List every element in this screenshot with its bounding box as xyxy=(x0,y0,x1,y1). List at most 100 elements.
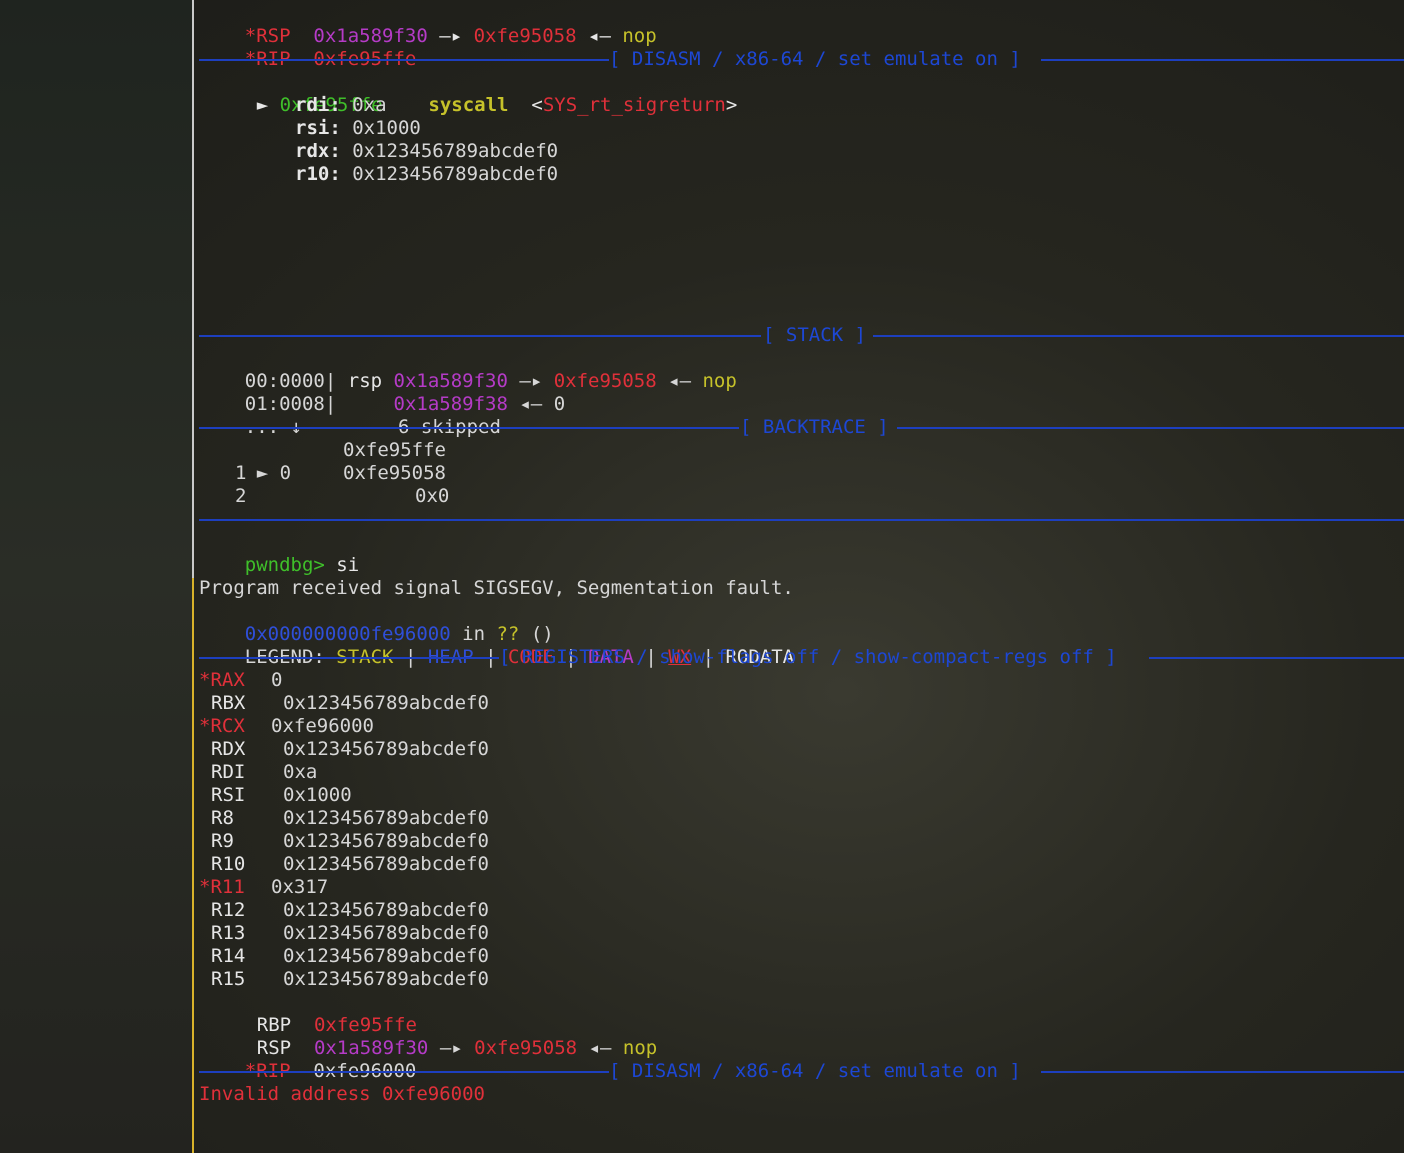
register-line-rip: *RIP 0xfe96000 xyxy=(199,1037,417,1082)
register-value: 0x123456789abcdef0 xyxy=(283,830,489,852)
register-name: R12 xyxy=(211,899,246,921)
register-name: R8 xyxy=(211,807,234,829)
register-name: RBX xyxy=(211,692,246,714)
current-marker-icon: ► xyxy=(256,94,269,116)
register-value: 0x123456789abcdef0 xyxy=(283,922,489,944)
register-line: R14 0x123456789abcdef0 xyxy=(199,945,489,968)
deref-value: nop xyxy=(702,370,737,392)
stack-row: 00:0000| rsp 0x1a589f30 —▸ 0xfe95058 ◂— … xyxy=(199,347,737,392)
register-line: R12 0x123456789abcdef0 xyxy=(199,899,489,922)
pointer-target: 0xfe95058 xyxy=(473,25,577,47)
register-name: R14 xyxy=(211,945,246,967)
register-line: RBX 0x123456789abcdef0 xyxy=(199,692,489,715)
deref-value: nop xyxy=(622,25,657,47)
arg-value: 0xa xyxy=(352,94,387,116)
stack-row: 01:0008| 0x1a589f38 ◂— 0 xyxy=(199,370,565,415)
pointer-arrow: —▸ xyxy=(439,25,463,47)
register-line-rbp: RBP 0xfe95ffe xyxy=(199,991,417,1036)
disasm-separator: [ DISASM / x86-64 / set emulate on ] xyxy=(199,48,1404,71)
arg-name: rdx: xyxy=(295,140,341,162)
pane-divider[interactable] xyxy=(192,0,194,1153)
separator-rule xyxy=(199,1071,609,1073)
invalid-address-message: Invalid address 0xfe96000 xyxy=(199,1083,485,1105)
register-line-rsp: RSP 0x1a589f30 —▸ 0xfe95058 ◂— nop xyxy=(199,1014,657,1059)
section-title: [ REGISTERS / show-flags off / show-comp… xyxy=(499,646,1117,668)
register-line: *RAX 0 xyxy=(199,669,282,692)
deref-arrow: ◂— xyxy=(588,25,611,47)
register-value: 0 xyxy=(271,669,283,691)
register-value: 0x123456789abcdef0 xyxy=(283,968,489,990)
register-line: *RCX 0xfe96000 xyxy=(199,715,374,738)
left-terminal-pane xyxy=(0,0,192,1153)
register-name: *RCX xyxy=(199,715,245,737)
register-value: 0x123456789abcdef0 xyxy=(283,738,489,760)
separator-rule xyxy=(199,427,739,429)
arg-value: 0x123456789abcdef0 xyxy=(352,140,559,162)
register-value: 0x317 xyxy=(271,876,329,898)
register-line: RDI 0xa xyxy=(199,761,317,784)
register-name: RSI xyxy=(211,784,246,806)
register-name: R15 xyxy=(211,968,246,990)
disasm-separator: [ DISASM / x86-64 / set emulate on ] xyxy=(199,1060,1404,1083)
register-line: R8 0x123456789abcdef0 xyxy=(199,807,489,830)
target-bracket: > xyxy=(725,94,738,116)
register-line: R13 0x123456789abcdef0 xyxy=(199,922,489,945)
register-value: 0x123456789abcdef0 xyxy=(283,807,489,829)
deref-arrow: ◂— xyxy=(668,370,692,392)
frame-index: 1 xyxy=(235,462,247,484)
backtrace-frame: ► 0 xyxy=(199,439,291,484)
register-line: R15 0x123456789abcdef0 xyxy=(199,968,489,991)
command-input[interactable]: si xyxy=(336,554,359,576)
separator-rule xyxy=(199,519,1404,521)
separator-rule xyxy=(1149,657,1404,659)
register-value: 0x123456789abcdef0 xyxy=(283,945,489,967)
register-name: RDX xyxy=(211,738,246,760)
register-line: RDX 0x123456789abcdef0 xyxy=(199,738,489,761)
deref-arrow: ◂— xyxy=(588,1037,612,1059)
register-line: *R11 0x317 xyxy=(199,876,328,899)
pointer-target: 0xfe95058 xyxy=(553,370,657,392)
separator-rule xyxy=(199,657,499,659)
terminal-pane[interactable]: *RSP 0x1a589f30 —▸ 0xfe95058 ◂— nop *RIP… xyxy=(199,0,1404,1153)
backtrace-separator: [ BACKTRACE ] xyxy=(199,416,1404,439)
deref-value: nop xyxy=(622,1037,658,1059)
stack-row: ... ↓ 6 skipped xyxy=(199,393,501,438)
disasm-current-instruction: ► 0xfe95ffe syscall <SYS_rt_sigreturn> xyxy=(199,71,738,116)
register-line-rip: *RIP 0xfe95ffe xyxy=(199,25,417,70)
end-separator xyxy=(199,508,1404,531)
active-pane-indicator xyxy=(192,578,194,1153)
frame-address: 0x0 xyxy=(415,485,450,507)
register-value: 0xa xyxy=(283,761,318,783)
register-value: 0x123456789abcdef0 xyxy=(283,692,489,714)
section-title: [ STACK ] xyxy=(763,324,866,346)
register-line: R10 0x123456789abcdef0 xyxy=(199,853,489,876)
register-value: 0x123456789abcdef0 xyxy=(283,853,489,875)
frame-address: 0xfe95ffe xyxy=(343,439,446,461)
separator-rule xyxy=(199,59,609,61)
section-title: [ BACKTRACE ] xyxy=(740,416,889,438)
deref-arrow: ◂— xyxy=(519,393,543,415)
arg-name: rsi: xyxy=(295,117,341,139)
register-name: R10 xyxy=(211,853,246,875)
legend: LEGEND: STACK | HEAP | CODE | DATA | WX … xyxy=(199,623,794,668)
arg-name: r10: xyxy=(295,163,341,185)
register-name: *RAX xyxy=(199,669,245,691)
arg-value: 0x1000 xyxy=(352,117,421,139)
separator-rule xyxy=(199,335,761,337)
pointer-arrow: —▸ xyxy=(439,1037,463,1059)
separator-rule xyxy=(1041,1071,1404,1073)
frame-index: 2 xyxy=(235,485,247,507)
register-name: RDI xyxy=(211,761,246,783)
register-line-rsp: *RSP 0x1a589f30 —▸ 0xfe95058 ◂— nop xyxy=(199,2,657,47)
command-prompt[interactable]: pwndbg> si xyxy=(199,531,359,576)
register-value: 0x123456789abcdef0 xyxy=(283,899,489,921)
stack-separator: [ STACK ] xyxy=(199,324,1404,347)
register-name: R9 xyxy=(211,830,234,852)
instruction-mnemonic: syscall xyxy=(428,94,509,116)
register-name: R13 xyxy=(211,922,246,944)
arg-value: 0x123456789abcdef0 xyxy=(352,163,559,185)
register-line: R9 0x123456789abcdef0 xyxy=(199,830,489,853)
section-title: [ DISASM / x86-64 / set emulate on ] xyxy=(609,1060,1021,1082)
syscall-arg: rdi: 0xa xyxy=(295,94,387,117)
separator-rule xyxy=(897,427,1404,429)
